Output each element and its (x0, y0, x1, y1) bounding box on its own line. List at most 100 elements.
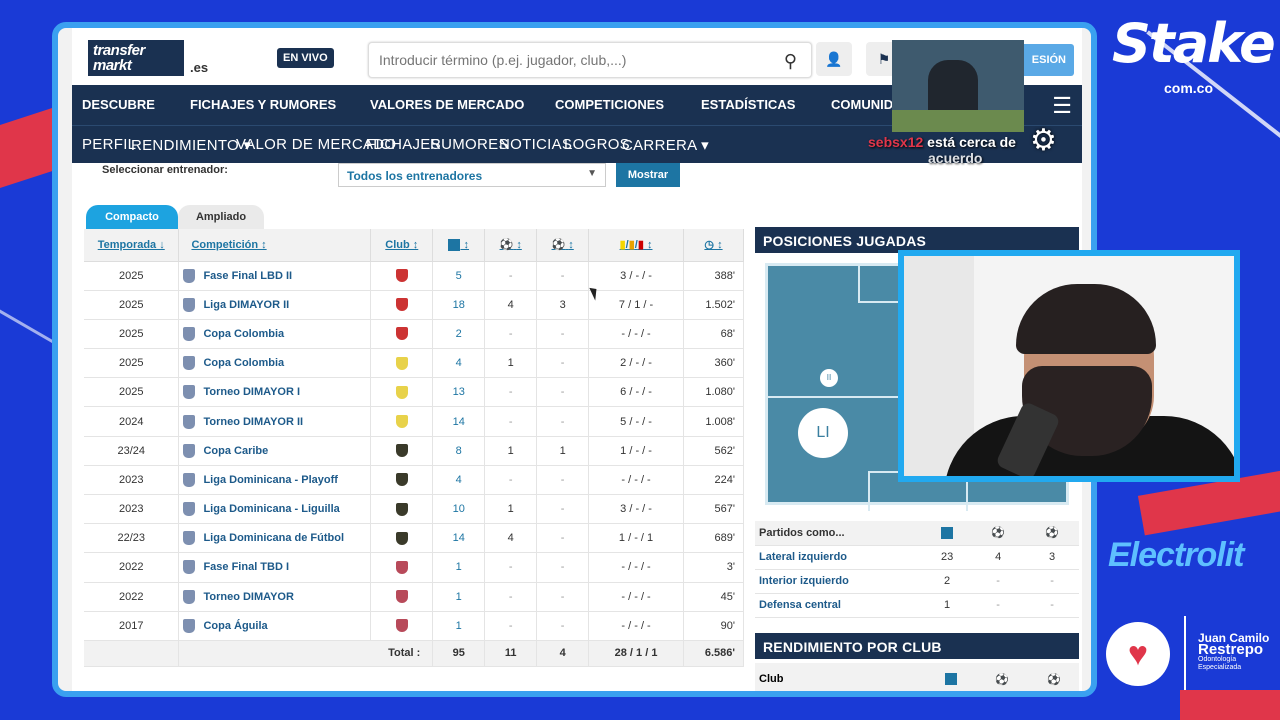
tab-ampliado[interactable]: Ampliado (178, 205, 264, 229)
col-season[interactable]: Temporada ↓ (84, 229, 180, 262)
club-performance-heading: RENDIMIENTO POR CLUB (755, 633, 1079, 659)
competition-link[interactable]: Liga Dominicana de Fútbol (203, 532, 344, 544)
competition-link[interactable]: Torneo DIMAYOR II (203, 415, 303, 427)
appearances-cell[interactable]: 14 (432, 523, 486, 554)
col-competition[interactable]: Competición ↕ (178, 229, 372, 262)
competition-link[interactable]: Torneo DIMAYOR (203, 591, 293, 603)
competition-cell: Liga Dominicana - Playoff (178, 465, 372, 496)
club-crest-icon[interactable] (395, 502, 408, 516)
club-crest-icon[interactable] (395, 327, 408, 341)
subnav-rendimiento[interactable]: RENDIMIENTO ▾ (131, 136, 251, 154)
club-crest-icon[interactable] (395, 590, 408, 604)
appearances-cell[interactable]: 4 (432, 465, 486, 496)
competition-link[interactable]: Liga DIMAYOR II (203, 299, 289, 311)
user-search-icon[interactable]: 👤 (816, 42, 852, 76)
tab-compacto[interactable]: Compacto (86, 205, 178, 229)
competition-link[interactable]: Copa Colombia (203, 328, 284, 340)
subnav-rumores[interactable]: RUMORES (430, 136, 509, 153)
col-cards[interactable]: ▮/▮/▮ ↕ (588, 229, 684, 262)
assists-cell: - (536, 377, 590, 408)
appearances-cell[interactable]: 5 (432, 261, 486, 291)
competition-link[interactable]: Fase Final LBD II (203, 270, 292, 282)
appearances-cell[interactable]: 18 (432, 290, 486, 320)
coach-select[interactable]: Todos los entrenadores ▼ (338, 163, 606, 187)
appearances-cell[interactable]: 2 (432, 319, 486, 350)
table-row: 2025 Copa Colombia 2- - - / - / -68' (84, 319, 744, 350)
club-crest-icon[interactable] (395, 385, 408, 399)
table-row: 2025 Copa Colombia 4 1-2 / - / -360' (84, 348, 744, 379)
table-row: 2023 Liga Dominicana - Playoff 4- - - / - / … (84, 465, 744, 496)
season-cell: 2023 (84, 494, 180, 525)
nav-estadisticas[interactable]: ESTADÍSTICAS (701, 97, 795, 112)
nav-fichajes-rumores[interactable]: FICHAJES Y RUMORES (190, 97, 336, 112)
cards-cell: 2 / - / - (588, 348, 684, 379)
subnav-logros[interactable]: LOGROS (564, 136, 630, 153)
club-crest-icon[interactable] (395, 473, 408, 487)
menu-icon[interactable]: ☰ (1052, 93, 1072, 119)
locale-selector[interactable]: .es (190, 60, 208, 75)
club-crest-icon[interactable] (395, 415, 408, 429)
competition-link[interactable]: Liga Dominicana - Liguilla (203, 503, 339, 515)
total-minutes: 6.586' (683, 640, 744, 667)
competition-link[interactable]: Fase Final TBD I (203, 561, 289, 573)
nav-comunidad[interactable]: COMUNID (831, 97, 893, 112)
nav-competiciones[interactable]: COMPETICIONES (555, 97, 664, 112)
position-marker-secondary[interactable]: II (820, 369, 838, 387)
club-crest-icon[interactable] (395, 619, 408, 633)
club-crest-icon[interactable] (395, 444, 408, 458)
position-row: Interior izquierdo 2- - (755, 569, 1079, 594)
subnav-carrera[interactable]: CARRERA ▾ (622, 136, 709, 154)
electrolit-logo: Electrolit (1108, 536, 1244, 574)
total-cards: 28 / 1 / 1 (588, 640, 684, 667)
club-crest-icon[interactable] (395, 356, 408, 370)
club-crest-icon[interactable] (395, 269, 408, 283)
live-badge[interactable]: EN VIVO (277, 48, 334, 68)
club-crest-icon[interactable] (395, 531, 408, 545)
appearances-cell[interactable]: 1 (432, 611, 486, 641)
competition-link[interactable]: Copa Colombia (203, 357, 284, 369)
competition-link[interactable]: Torneo DIMAYOR I (203, 386, 300, 398)
show-button[interactable]: Mostrar (616, 163, 680, 187)
competition-cell: Torneo DIMAYOR I (178, 377, 372, 408)
club-column-label: Club (759, 673, 784, 685)
subnav-perfil[interactable]: PERFIL (82, 136, 136, 153)
goals-cell: 4 (484, 523, 538, 554)
appearances-cell[interactable]: 14 (432, 406, 486, 437)
performance-table: Temporada ↓ Competición ↕ Club ↕ ↕ ⚽ ↕ ⚽… (84, 229, 744, 667)
col-assists[interactable]: ⚽ ↕ (536, 229, 590, 262)
appearances-cell[interactable]: 4 (432, 348, 486, 379)
subnav-noticias[interactable]: NOTICIAS (499, 136, 572, 153)
competition-link[interactable]: Liga Dominicana - Playoff (203, 474, 337, 486)
nav-descubre[interactable]: DESCUBRE (82, 97, 155, 112)
nav-valores-mercado[interactable]: VALORES DE MERCADO (370, 97, 524, 112)
cards-cell: 3 / - / - (588, 494, 684, 525)
season-cell: 2025 (84, 319, 180, 350)
assists-cell: - (536, 261, 590, 291)
appearances-cell[interactable]: 1 (432, 552, 486, 583)
appearances-cell[interactable]: 10 (432, 494, 486, 525)
minutes-cell: 689' (683, 523, 744, 554)
transfermarkt-logo[interactable]: transfer markt (88, 40, 184, 76)
goals-cell: - (484, 552, 538, 583)
competition-link[interactable]: Copa Caribe (203, 445, 268, 457)
col-appearances[interactable]: ↕ (432, 229, 486, 262)
col-club[interactable]: Club ↕ (370, 229, 434, 262)
col-goals[interactable]: ⚽ ↕ (484, 229, 538, 262)
goals-cell: 1 (484, 494, 538, 525)
competition-link[interactable]: Copa Águila (203, 620, 267, 632)
search-icon[interactable]: ⚲ (784, 51, 797, 72)
goals-cell: 1 (484, 436, 538, 466)
col-minutes[interactable]: ◷ ↕ (683, 229, 744, 262)
appearances-cell[interactable]: 1 (432, 582, 486, 612)
club-crest-icon[interactable] (395, 298, 408, 312)
table-row: 2017 Copa Águila 1- - - / - / -90' (84, 611, 744, 641)
appearances-cell[interactable]: 13 (432, 377, 486, 408)
assists-cell: - (536, 406, 590, 437)
search-input[interactable] (369, 43, 759, 77)
appearances-cell[interactable]: 8 (432, 436, 486, 466)
club-crest-icon[interactable] (395, 560, 408, 574)
minutes-cell: 224' (683, 465, 744, 496)
position-marker-main[interactable]: LI (798, 408, 848, 458)
ball-icon: ⚽ (971, 521, 1026, 546)
season-cell: 2025 (84, 290, 180, 320)
